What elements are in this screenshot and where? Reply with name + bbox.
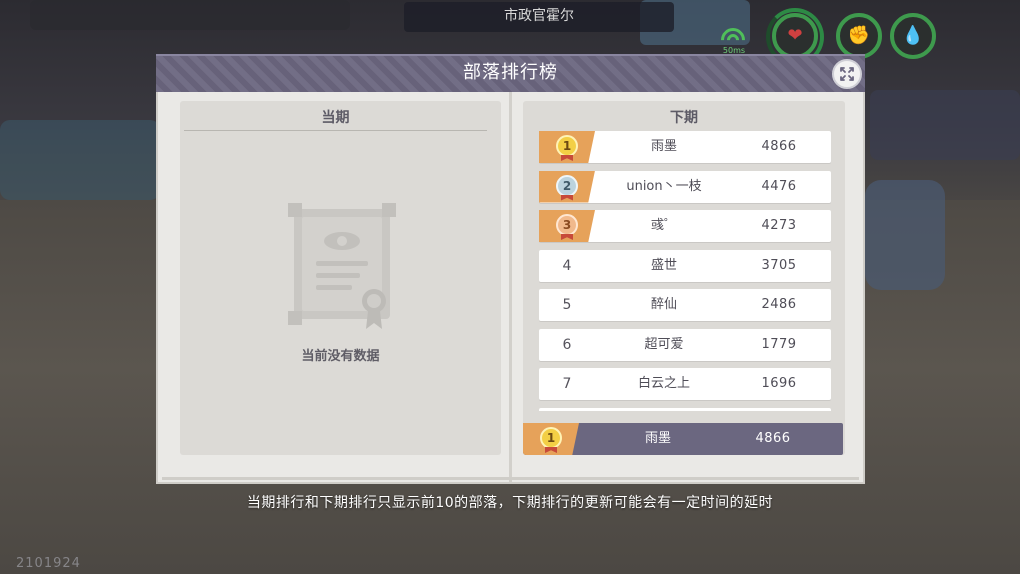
- npc-name-label: 市政官霍尔: [404, 2, 674, 32]
- tribe-score: 1696: [761, 376, 797, 391]
- muscle-icon: ✊: [847, 25, 871, 46]
- rank-row[interactable]: 1 雨墨 4866: [539, 131, 831, 163]
- tribe-name: 雨墨: [650, 139, 677, 154]
- health-button[interactable]: ❤: [772, 13, 818, 59]
- tribe-name: 彧゜: [650, 218, 677, 233]
- tribe-score: 4476: [761, 178, 797, 194]
- modal-body: 当期 当前没有数据 下期 1 雨墨 4866 2 union丶一枝 4476 3 彧: [156, 92, 865, 484]
- current-period-header: 当期: [184, 105, 487, 131]
- empty-scroll-icon: [288, 203, 396, 329]
- heart-icon: ❤: [787, 25, 803, 46]
- rank-row[interactable]: 3 彧゜ 4273: [539, 210, 831, 242]
- background-shape: [30, 0, 350, 30]
- rank-number: 7: [562, 376, 572, 392]
- tribe-score: 1779: [761, 336, 797, 352]
- footer-note: 当期排行和下期排行只显示前10的部落，下期排行的更新可能会有一定时间的延时: [246, 495, 774, 511]
- book-spine: [509, 92, 512, 482]
- bronze-medal-icon: 3: [556, 214, 578, 236]
- network-signal: 50ms: [716, 23, 752, 57]
- rank-row[interactable]: 6 超可爱 1779: [539, 328, 831, 361]
- silver-medal-icon: 2: [556, 174, 578, 197]
- tribe-score: 2486: [761, 297, 797, 312]
- rank-row[interactable]: 4 盛世 3705: [539, 249, 831, 282]
- tribe-score: 3705: [761, 257, 797, 273]
- rank-row-partial[interactable]: [539, 407, 831, 411]
- tribe-name: 醉仙: [650, 297, 677, 312]
- background-shape: [870, 90, 1020, 160]
- rank-number: 6: [562, 336, 572, 353]
- tribe-score: 4866: [761, 139, 797, 154]
- water-drop-icon: 💧: [901, 25, 925, 46]
- current-period-panel: 当期 当前没有数据: [180, 101, 501, 455]
- my-tribe-name: 雨墨: [644, 431, 671, 446]
- background-shape: [865, 180, 945, 290]
- tribe-name: 白云之上: [637, 376, 690, 391]
- gold-medal-icon: 1: [556, 135, 578, 157]
- tribe-name: union丶一枝: [626, 178, 702, 194]
- tribe-name: 盛世: [650, 257, 677, 273]
- empty-state-text: 当前没有数据: [301, 349, 380, 364]
- rank-row[interactable]: 7 白云之上 1696: [539, 368, 831, 400]
- rank-row[interactable]: 2 union丶一枝 4476: [539, 170, 831, 203]
- tribe-score: 4273: [761, 218, 797, 233]
- player-uid: 2101924: [16, 556, 81, 571]
- gold-medal-icon: 1: [540, 427, 562, 449]
- my-tribe-row: 1 雨墨 4866: [523, 423, 843, 455]
- stamina-button[interactable]: ✊: [836, 13, 882, 59]
- my-tribe-score: 4866: [755, 431, 791, 446]
- modal-title: 部落排行榜: [463, 62, 558, 83]
- background-shape: [0, 120, 160, 200]
- rank-number: 4: [562, 257, 572, 274]
- rank-number: 5: [562, 297, 572, 313]
- next-period-panel: 下期 1 雨墨 4866 2 union丶一枝 4476 3 彧゜ 4273 4 盛世 3705 5 醉仙…: [523, 101, 845, 455]
- rank-row[interactable]: 5 醉仙 2486: [539, 289, 831, 321]
- tribe-leaderboard-modal: 部落排行榜 当期 当前没有数据 下期 1 雨墨 4866 2 union丶一枝 …: [156, 54, 865, 484]
- rank-list[interactable]: 1 雨墨 4866 2 union丶一枝 4476 3 彧゜ 4273 4 盛世 3705 5 醉仙 248…: [539, 131, 833, 411]
- tribe-name: 超可爱: [644, 336, 684, 352]
- next-period-header: 下期: [670, 110, 698, 126]
- close-button[interactable]: [832, 59, 862, 89]
- book-edge: [162, 477, 859, 480]
- close-icon: [840, 67, 854, 81]
- water-button[interactable]: 💧: [890, 13, 936, 59]
